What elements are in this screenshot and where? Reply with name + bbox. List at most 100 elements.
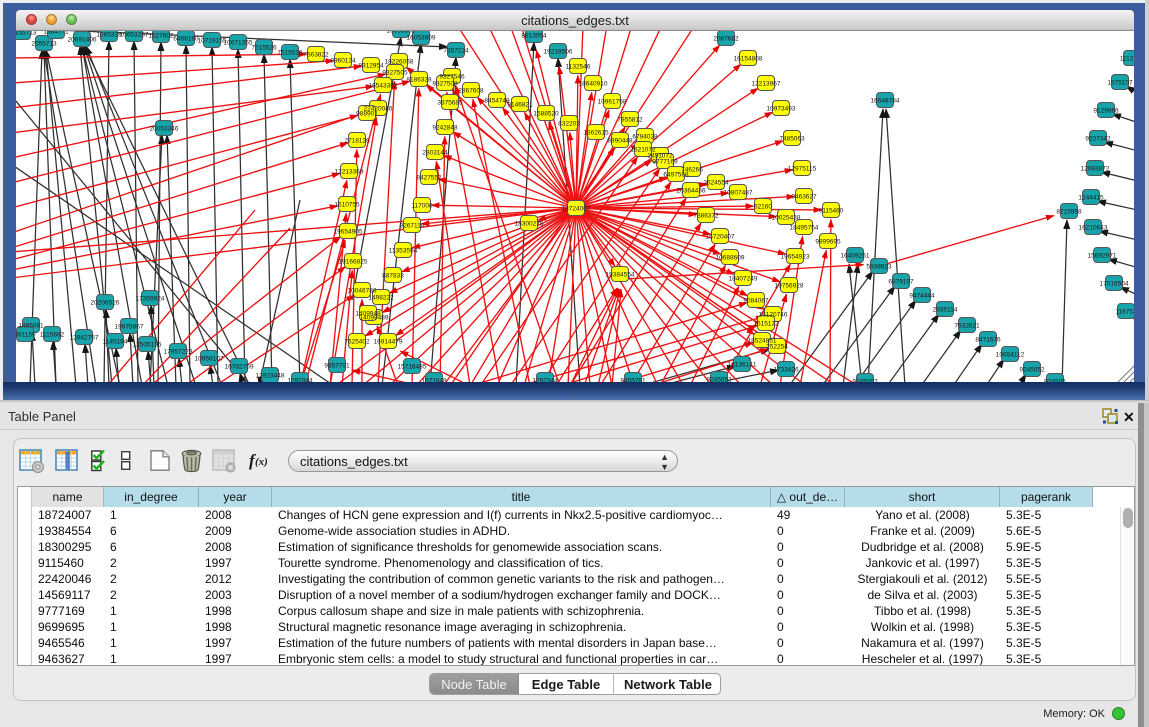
- svg-text:62160: 62160: [754, 204, 772, 211]
- svg-text:16543382: 16543382: [369, 83, 398, 90]
- svg-text:9245052: 9245052: [1019, 367, 1045, 374]
- svg-text:18226058: 18226058: [385, 59, 414, 66]
- svg-text:1292344: 1292344: [287, 378, 313, 383]
- svg-text:1733426: 1733426: [773, 367, 799, 374]
- svg-text:391159: 391159: [16, 332, 36, 339]
- svg-text:8912954: 8912954: [358, 63, 384, 70]
- svg-text:924505: 924505: [1044, 379, 1066, 383]
- svg-text:12505135: 12505135: [133, 342, 162, 349]
- svg-text:8960124: 8960124: [330, 58, 356, 65]
- svg-text:8454749: 8454749: [484, 98, 510, 105]
- svg-text:252254: 252254: [766, 344, 788, 351]
- svg-text:19218506: 19218506: [544, 49, 573, 56]
- svg-text:16136141: 16136141: [728, 362, 757, 369]
- svg-text:1244415: 1244415: [1078, 195, 1104, 202]
- svg-text:12213369: 12213369: [335, 169, 364, 176]
- svg-text:7357224: 7357224: [443, 48, 469, 55]
- svg-text:(x): (x): [255, 456, 268, 468]
- svg-text:1984771: 1984771: [43, 31, 69, 36]
- svg-text:18300275: 18300275: [515, 221, 544, 228]
- svg-text:1362615: 1362615: [583, 130, 609, 137]
- svg-text:9327508: 9327508: [432, 81, 458, 88]
- svg-text:8813054: 8813054: [521, 33, 547, 40]
- svg-text:9146821: 9146821: [507, 102, 533, 109]
- svg-text:8186328: 8186328: [406, 77, 432, 84]
- svg-text:10025438: 10025438: [772, 215, 801, 222]
- svg-text:1409948: 1409948: [355, 311, 381, 318]
- svg-text:988901: 988901: [356, 111, 378, 118]
- svg-text:20053346: 20053346: [150, 126, 179, 133]
- svg-text:1575107: 1575107: [1107, 80, 1133, 87]
- svg-text:20155713: 20155713: [16, 31, 37, 37]
- svg-text:6879197: 6879197: [888, 279, 914, 286]
- svg-text:9327505: 9327505: [382, 70, 408, 77]
- svg-text:18724007: 18724007: [562, 206, 591, 213]
- svg-text:17359924: 17359924: [136, 296, 165, 303]
- svg-text:5938923: 5938923: [866, 264, 892, 271]
- svg-text:6794028: 6794028: [632, 134, 658, 141]
- svg-text:15720407: 15720407: [706, 234, 735, 241]
- svg-text:12975115: 12975115: [788, 166, 817, 173]
- svg-text:10671355: 10671355: [224, 40, 253, 47]
- svg-text:9474444: 9474444: [909, 293, 935, 300]
- svg-text:19166825: 19166825: [339, 259, 368, 266]
- svg-text:20691406: 20691406: [68, 37, 97, 44]
- svg-text:887833: 887833: [382, 273, 404, 280]
- svg-text:11353594: 11353594: [389, 248, 418, 255]
- svg-text:19756928: 19756928: [775, 283, 804, 290]
- svg-text:10958107: 10958107: [195, 356, 224, 363]
- svg-text:7485063: 7485063: [779, 136, 805, 143]
- svg-text:1065328: 1065328: [96, 32, 122, 39]
- svg-text:9463627: 9463627: [791, 194, 817, 201]
- svg-text:6466160: 6466160: [173, 36, 199, 43]
- svg-text:1610755: 1610755: [334, 202, 360, 209]
- svg-text:16782759: 16782759: [225, 364, 254, 371]
- svg-text:18640910: 18640910: [579, 81, 608, 88]
- svg-text:10961758: 10961758: [598, 99, 627, 106]
- svg-text:8215958: 8215958: [1056, 209, 1082, 216]
- svg-text:1588520: 1588520: [533, 111, 559, 118]
- svg-text:7955812: 7955812: [617, 117, 643, 124]
- svg-text:8990448: 8990448: [607, 138, 633, 145]
- svg-text:116753: 116753: [1115, 309, 1134, 316]
- svg-text:9242848: 9242848: [432, 125, 458, 132]
- svg-text:2087682: 2087682: [713, 36, 739, 43]
- svg-text:7632621: 7632621: [954, 323, 980, 330]
- svg-text:16210643: 16210643: [1079, 225, 1108, 232]
- svg-text:12942757: 12942757: [70, 335, 99, 342]
- svg-text:1571648: 1571648: [421, 378, 447, 383]
- svg-text:7515526: 7515526: [251, 45, 277, 52]
- svg-text:19654905: 19654905: [334, 229, 363, 236]
- svg-text:2867608: 2867608: [458, 88, 484, 95]
- svg-text:9115460: 9115460: [819, 208, 844, 215]
- svg-text:8471676: 8471676: [975, 337, 1001, 344]
- svg-text:20364436: 20364436: [677, 188, 706, 195]
- svg-text:18495754: 18495754: [790, 225, 819, 232]
- svg-text:7625402: 7625402: [344, 339, 370, 346]
- svg-text:9857791: 9857791: [324, 363, 350, 370]
- svg-text:3267110: 3267110: [400, 223, 425, 230]
- svg-text:16154808: 16154808: [734, 56, 763, 63]
- svg-text:10653287: 10653287: [120, 32, 149, 39]
- svg-text:1498222: 1498222: [368, 295, 394, 302]
- svg-text:746266: 746266: [681, 167, 703, 174]
- svg-text:19384554: 19384554: [606, 272, 635, 279]
- svg-text:10046786: 10046786: [348, 288, 377, 295]
- svg-text:9899695: 9899695: [815, 239, 841, 246]
- svg-text:3875685: 3875685: [437, 100, 463, 107]
- svg-text:12923448: 12923448: [256, 373, 285, 380]
- svg-text:9084067: 9084067: [743, 298, 769, 305]
- svg-text:19654923: 19654923: [781, 254, 810, 261]
- svg-text:3624554: 3624554: [703, 180, 729, 187]
- svg-text:16648784: 16648784: [871, 98, 900, 105]
- svg-text:9129966: 9129966: [1093, 108, 1119, 115]
- svg-text:15692971: 15692971: [1088, 253, 1117, 260]
- svg-text:2055713: 2055713: [31, 41, 57, 48]
- svg-text:12213967: 12213967: [752, 81, 781, 88]
- svg-text:8427552: 8427552: [416, 175, 442, 182]
- svg-text:15716485: 15716485: [398, 364, 427, 371]
- svg-text:16053809: 16053809: [407, 35, 436, 42]
- svg-text:2803144: 2803144: [422, 150, 448, 157]
- svg-text:1112753: 1112753: [1120, 56, 1134, 63]
- svg-text:9455791: 9455791: [620, 378, 646, 383]
